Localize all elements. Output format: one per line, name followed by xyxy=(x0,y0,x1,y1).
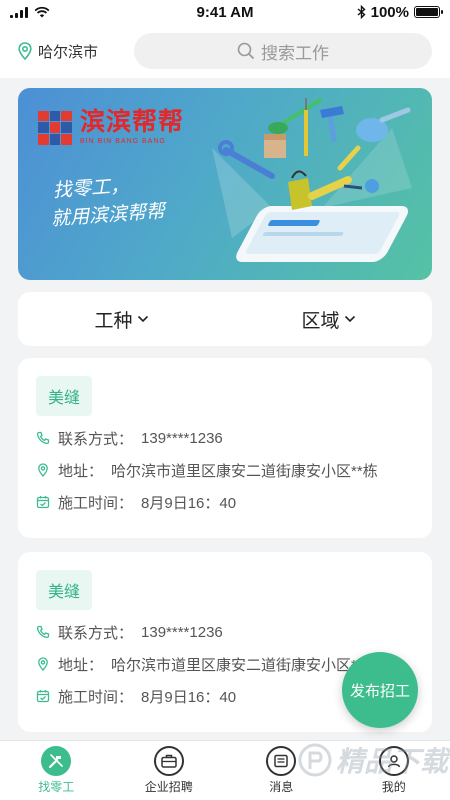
watermark-logo-icon xyxy=(298,743,332,777)
search-placeholder: 搜索工作 xyxy=(261,43,329,63)
job-time-row: 施工时间： 8月9日16：40 xyxy=(36,492,414,512)
brand-mark-icon xyxy=(38,110,72,145)
signal-icon xyxy=(10,6,28,18)
job-contact-label: 联系方式： xyxy=(58,430,134,448)
briefcase-icon xyxy=(153,746,184,776)
job-contact-label: 联系方式： xyxy=(58,624,134,642)
filter-job-type-button[interactable]: 工种 xyxy=(18,306,225,333)
tab-label: 我的 xyxy=(381,780,406,794)
header: 哈尔滨市 搜索工作 xyxy=(0,24,450,78)
watermark: 精品下载 xyxy=(298,740,448,780)
search-icon xyxy=(237,42,255,60)
job-contact-row: 联系方式： 139****1236 xyxy=(36,428,414,448)
watermark-text: 精品下载 xyxy=(336,746,449,777)
message-icon xyxy=(266,746,297,776)
tab-label: 找零工 xyxy=(38,780,75,794)
battery-percent: 100% xyxy=(370,3,409,21)
job-time-label: 施工时间： xyxy=(58,688,134,706)
status-bar: 9:41 AM 100% xyxy=(0,0,450,24)
tab-enterprise-recruit[interactable]: 企业招聘 xyxy=(113,741,226,800)
job-contact-row: 联系方式： 139****1236 xyxy=(36,622,414,642)
job-address-row: 地址： 哈尔滨市道里区康安二道街康安小区**栋 xyxy=(36,460,414,480)
job-address-label: 地址： xyxy=(58,462,104,480)
job-contact-value: 139****1236 xyxy=(141,429,223,447)
location-pin-icon xyxy=(38,463,48,477)
brand-subtitle: BIN BIN BANG BANG xyxy=(80,138,166,145)
job-time-value: 8月9日16：40 xyxy=(141,688,237,706)
wifi-icon xyxy=(34,6,50,18)
bluetooth-icon xyxy=(357,5,366,19)
chevron-down-icon xyxy=(137,315,148,323)
job-card[interactable]: 美缝 联系方式： 139****1236 地址： 哈尔滨市道里区康安二道街康安小区*… xyxy=(18,358,432,538)
filter-area-button[interactable]: 区域 xyxy=(225,306,432,333)
job-address-label: 地址： xyxy=(58,656,104,674)
phone-icon xyxy=(36,625,50,639)
job-type-tag: 美缝 xyxy=(36,570,93,610)
phone-tools-illustration xyxy=(212,98,412,262)
job-type-tag: 美缝 xyxy=(36,376,93,416)
filter-area-label: 区域 xyxy=(301,310,340,332)
search-input[interactable]: 搜索工作 xyxy=(134,33,432,69)
city-selector[interactable]: 哈尔滨市 xyxy=(18,41,118,62)
brand-logo: 滨滨帮帮 BIN BIN BANG BANG xyxy=(38,110,184,145)
status-right: 100% xyxy=(357,3,443,21)
job-time-value: 8月9日16：40 xyxy=(141,494,237,512)
filter-job-type-label: 工种 xyxy=(94,310,133,332)
job-time-label: 施工时间： xyxy=(58,494,134,512)
post-job-button[interactable]: 发布招工 xyxy=(342,652,418,728)
status-indicators xyxy=(10,6,50,18)
job-contact-value: 139****1236 xyxy=(141,623,223,641)
location-pin-icon xyxy=(38,657,48,671)
banner-slogan: 找零工， 就用滨滨帮帮 xyxy=(50,170,166,233)
location-pin-icon xyxy=(18,42,32,60)
tab-label: 企业招聘 xyxy=(144,780,193,794)
tab-find-gig[interactable]: 找零工 xyxy=(0,741,113,800)
calendar-icon xyxy=(36,496,50,509)
battery-fill xyxy=(416,8,438,16)
phone-icon xyxy=(36,431,50,445)
chevron-down-icon xyxy=(344,315,355,323)
tools-icon xyxy=(41,746,72,776)
job-address-value: 哈尔滨市道里区康安二道街康安小区**栋 xyxy=(111,656,378,674)
tab-label: 消息 xyxy=(269,780,294,794)
city-label: 哈尔滨市 xyxy=(38,43,99,61)
calendar-icon xyxy=(36,690,50,703)
brand-name: 滨滨帮帮 xyxy=(80,108,185,136)
promo-banner[interactable]: 滨滨帮帮 BIN BIN BANG BANG 找零工， 就用滨滨帮帮 xyxy=(18,88,432,280)
job-address-value: 哈尔滨市道里区康安二道街康安小区**栋 xyxy=(111,462,378,480)
filter-bar: 工种 区域 xyxy=(18,292,432,346)
battery-icon xyxy=(414,6,443,18)
